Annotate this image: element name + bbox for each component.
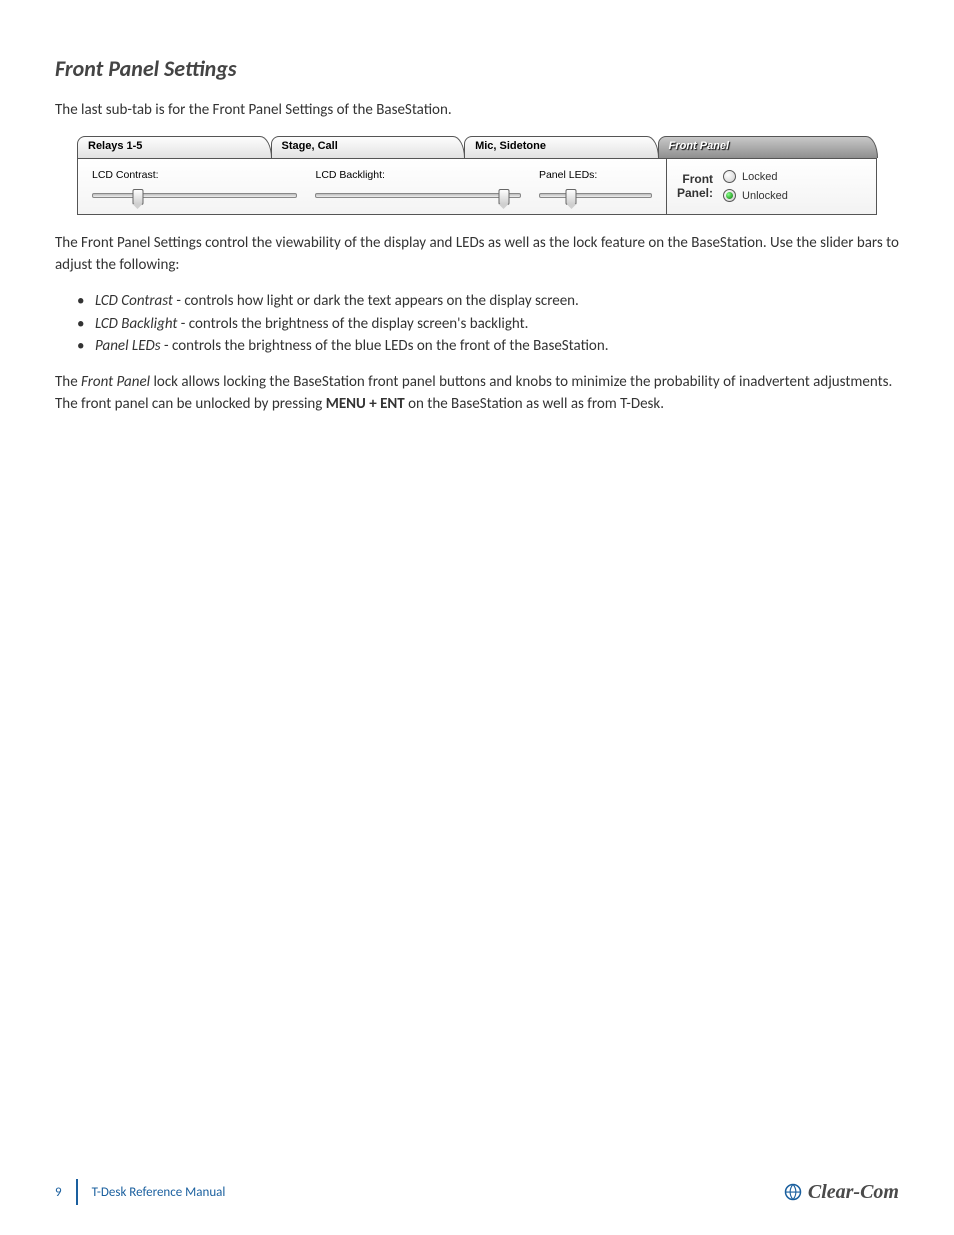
slider-thumb-icon[interactable] (132, 189, 143, 205)
front-panel-lock-box: FrontPanel: Locked Unlocked (666, 159, 876, 214)
slider-track[interactable] (92, 193, 297, 198)
slider-track[interactable] (539, 193, 652, 198)
radio-icon (723, 170, 736, 183)
slider-label: LCD Contrast: (92, 169, 297, 181)
tab-relays[interactable]: Relays 1-5 (77, 136, 272, 158)
list-item: Panel LEDs - controls the brightness of … (77, 335, 899, 358)
document-title: T-Desk Reference Manual (92, 1185, 226, 1200)
slider-thumb-icon[interactable] (498, 189, 509, 205)
intro-paragraph: The last sub-tab is for the Front Panel … (55, 100, 899, 122)
section-heading: Front Panel Settings (55, 55, 899, 82)
slider-label: LCD Backlight: (315, 169, 520, 181)
slider-thumb-icon[interactable] (566, 189, 577, 205)
globe-icon (784, 1183, 802, 1201)
page-number: 9 (55, 1179, 78, 1205)
list-item: LCD Contrast - controls how light or dar… (77, 290, 899, 313)
page-footer: 9 T-Desk Reference Manual Clear-Com (55, 1179, 899, 1205)
slider-lcd-backlight: LCD Backlight: (315, 169, 520, 198)
bullet-list: LCD Contrast - controls how light or dar… (77, 290, 899, 358)
radio-locked[interactable]: Locked (723, 170, 788, 183)
slider-track[interactable] (315, 193, 520, 198)
radio-unlocked[interactable]: Unlocked (723, 189, 788, 202)
lock-title: FrontPanel: (677, 172, 713, 201)
list-item: LCD Backlight - controls the brightness … (77, 313, 899, 336)
tab-row: Relays 1-5 Stage, Call Mic, Sidetone Fro… (77, 136, 877, 158)
explanation-paragraph: The Front Panel Settings control the vie… (55, 233, 899, 277)
lock-paragraph: The Front Panel lock allows locking the … (55, 372, 899, 416)
slider-label: Panel LEDs: (539, 169, 652, 181)
tab-mic-sidetone[interactable]: Mic, Sidetone (464, 136, 659, 158)
slider-panel-leds: Panel LEDs: (539, 169, 652, 198)
brand-logo: Clear-Com (784, 1181, 899, 1204)
slider-lcd-contrast: LCD Contrast: (92, 169, 297, 198)
radio-label: Locked (742, 171, 777, 183)
tab-stage-call[interactable]: Stage, Call (271, 136, 466, 158)
tab-front-panel[interactable]: Front Panel (658, 136, 878, 158)
front-panel-ui-figure: Relays 1-5 Stage, Call Mic, Sidetone Fro… (77, 136, 877, 215)
radio-label: Unlocked (742, 190, 788, 202)
radio-icon (723, 189, 736, 202)
